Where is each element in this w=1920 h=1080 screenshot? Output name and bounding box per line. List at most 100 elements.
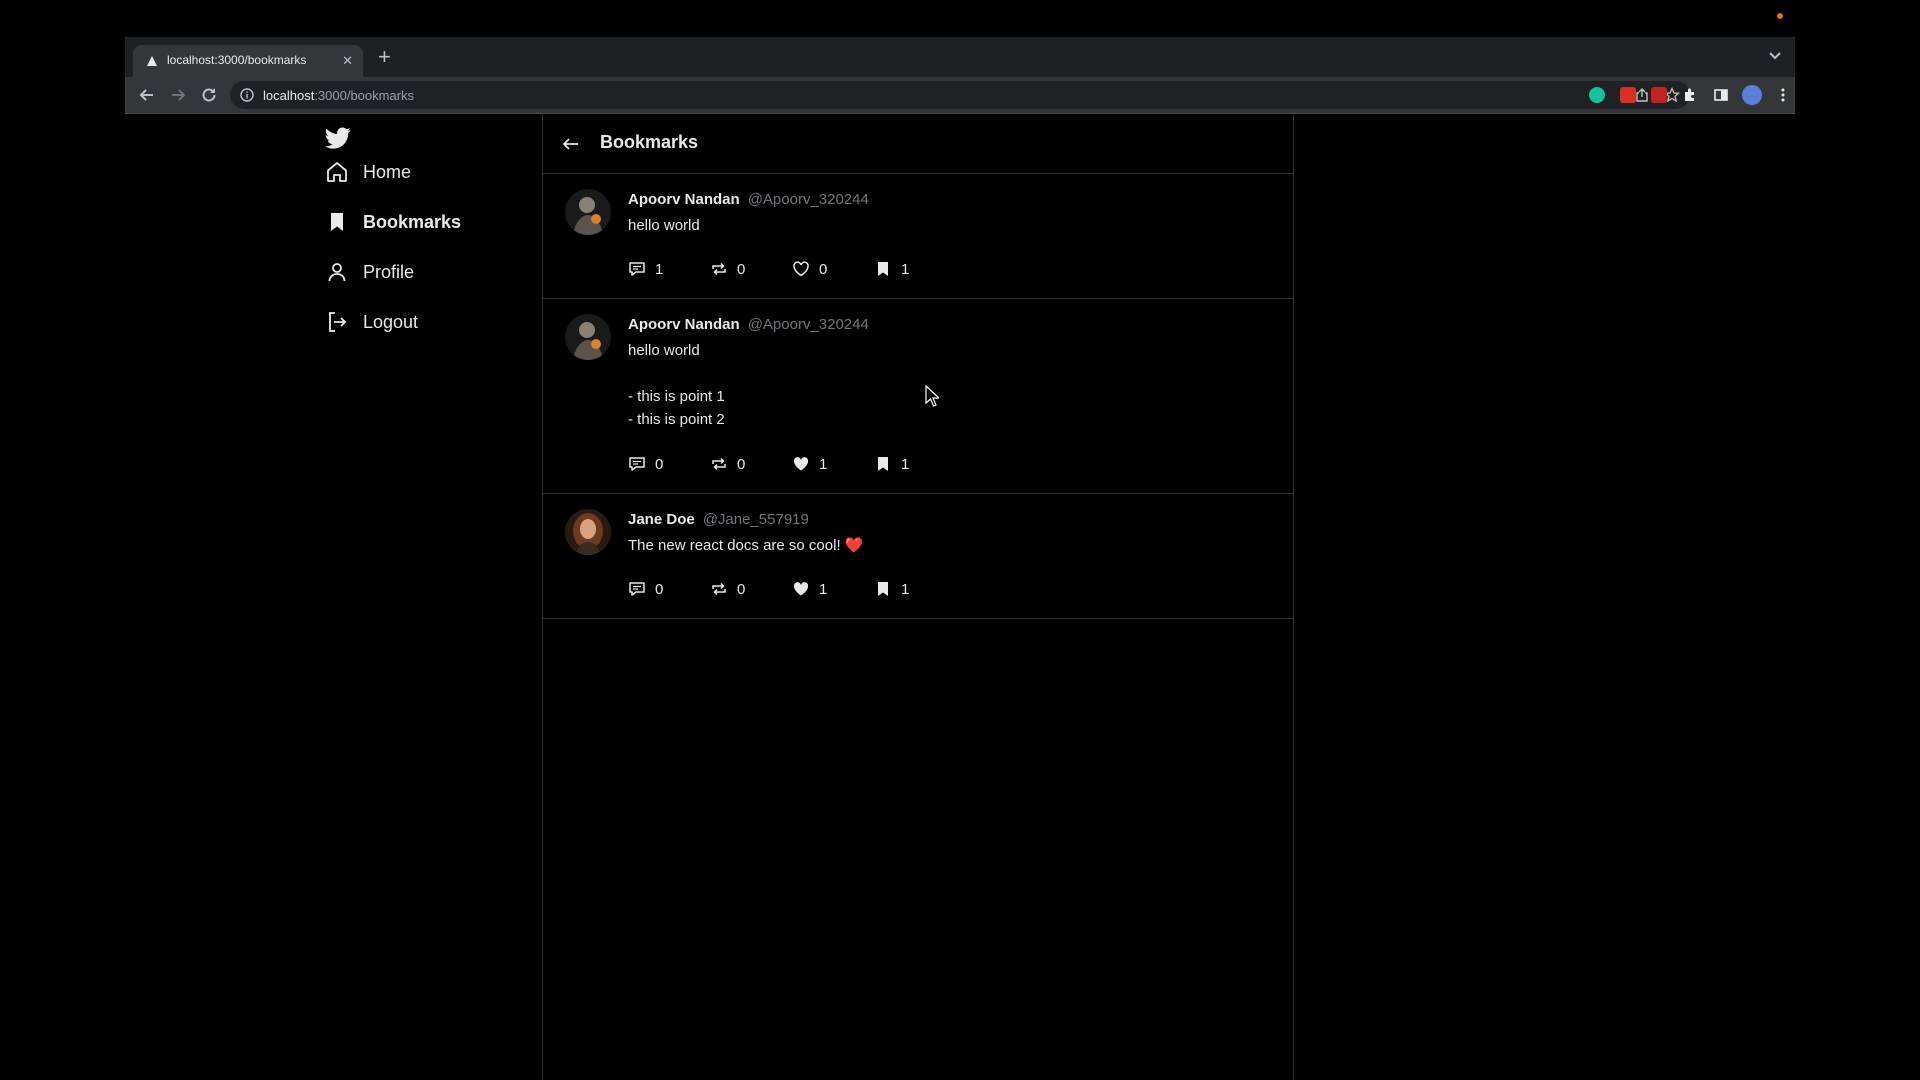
bookmark-filled-icon xyxy=(878,262,888,276)
browser-tab[interactable]: localhost:3000/bookmarks ✕ xyxy=(133,45,363,77)
heart-outline-icon xyxy=(793,261,809,277)
author-handle[interactable]: @Apoorv_320244 xyxy=(748,316,869,333)
retweet-count: 0 xyxy=(737,580,746,598)
comment-icon xyxy=(629,262,645,276)
sidebar-item-home[interactable]: Home xyxy=(325,157,411,187)
side-panel-icon[interactable] xyxy=(1713,87,1729,103)
like-count: 1 xyxy=(819,455,828,473)
bookmark-count: 1 xyxy=(901,580,910,598)
tab-close-button[interactable]: ✕ xyxy=(342,52,353,70)
retweet-count: 0 xyxy=(737,260,746,278)
sidebar-item-logout[interactable]: Logout xyxy=(325,307,418,337)
retweet-count: 0 xyxy=(737,455,746,473)
author-name[interactable]: Apoorv Nandan xyxy=(628,316,740,333)
retweet-button[interactable]: 0 xyxy=(710,259,745,279)
post-text: hello world - this is point 1 - this is … xyxy=(628,339,725,431)
bookmark-count: 1 xyxy=(901,260,910,278)
forward-icon[interactable] xyxy=(168,85,188,105)
post-item[interactable]: Jane Doe @Jane_557919 The new react docs … xyxy=(543,494,1293,619)
like-count: 0 xyxy=(819,260,828,278)
back-arrow-icon[interactable] xyxy=(561,134,581,154)
post-line: hello world xyxy=(628,217,700,234)
sidebar-item-profile[interactable]: Profile xyxy=(325,257,414,287)
sidebar-item-bookmarks[interactable]: Bookmarks xyxy=(325,207,461,237)
extension-icon[interactable] xyxy=(1620,87,1636,103)
author-name[interactable]: Jane Doe xyxy=(628,511,695,528)
grammarly-extension-icon[interactable] xyxy=(1589,87,1605,103)
comment-icon xyxy=(629,582,645,596)
like-count: 1 xyxy=(819,580,828,598)
new-tab-button[interactable]: + xyxy=(378,46,391,68)
like-button[interactable]: 1 xyxy=(792,579,827,599)
avatar[interactable] xyxy=(565,189,611,235)
post-item[interactable]: Apoorv Nandan @Apoorv_320244 hello world … xyxy=(543,299,1293,494)
reply-button[interactable]: 0 xyxy=(628,579,663,599)
browser-window: localhost:3000/bookmarks ✕ + localhost:3… xyxy=(125,37,1795,1080)
post-line: hello world xyxy=(628,342,700,359)
bookmarks-feed: Bookmarks Apoorv Nandan @Apoorv_320244 he… xyxy=(542,114,1294,1080)
post-line: - this is point 2 xyxy=(628,411,725,428)
comment-icon xyxy=(629,457,645,471)
page-title: Bookmarks xyxy=(600,132,699,152)
retweet-icon xyxy=(712,457,726,471)
profile-avatar[interactable] xyxy=(1742,85,1762,105)
post-line: The new react docs are so cool! ❤️ xyxy=(628,537,864,554)
post-header: Jane Doe @Jane_557919 xyxy=(628,511,809,528)
post-line xyxy=(628,362,725,385)
share-icon[interactable] xyxy=(1634,87,1650,103)
page-content: Home Bookmarks Profile Logout Bookmarks xyxy=(125,114,1795,1080)
reply-count: 1 xyxy=(655,260,664,278)
reply-button[interactable]: 0 xyxy=(628,454,663,474)
retweet-icon xyxy=(712,262,726,276)
retweet-button[interactable]: 0 xyxy=(710,454,745,474)
sidebar-item-label: Home xyxy=(363,161,412,182)
retweet-icon xyxy=(712,582,726,596)
extensions-puzzle-icon[interactable] xyxy=(1682,87,1698,103)
user-icon xyxy=(328,263,346,282)
like-button[interactable]: 0 xyxy=(792,259,827,279)
bookmark-count: 1 xyxy=(901,455,910,473)
tab-title: localhost:3000/bookmarks xyxy=(167,53,307,67)
home-icon xyxy=(327,162,347,182)
tab-search-icon[interactable] xyxy=(1767,47,1783,63)
post-header: Apoorv Nandan @Apoorv_320244 xyxy=(628,191,869,208)
post-line: - this is point 1 xyxy=(628,388,725,405)
mouse-cursor-icon xyxy=(925,385,939,407)
url-text: localhost:3000/bookmarks xyxy=(263,88,415,103)
address-bar[interactable]: localhost:3000/bookmarks xyxy=(230,81,1690,109)
sidebar-item-label: Profile xyxy=(363,261,415,282)
feed-header: Bookmarks xyxy=(543,114,1293,174)
browser-toolbar: localhost:3000/bookmarks xyxy=(125,77,1795,114)
post-header: Apoorv Nandan @Apoorv_320244 xyxy=(628,316,869,333)
site-info-icon[interactable] xyxy=(240,88,254,102)
reload-icon[interactable] xyxy=(199,85,219,105)
reply-count: 0 xyxy=(655,580,664,598)
bookmark-button[interactable]: 1 xyxy=(874,454,909,474)
post-item[interactable]: Apoorv Nandan @Apoorv_320244 hello world … xyxy=(543,174,1293,299)
bookmark-button[interactable]: 1 xyxy=(874,579,909,599)
extension-icon[interactable] xyxy=(1651,87,1667,103)
back-icon[interactable] xyxy=(137,85,157,105)
tab-strip: localhost:3000/bookmarks ✕ + xyxy=(125,37,1795,77)
favicon-icon xyxy=(147,56,157,66)
avatar[interactable] xyxy=(565,314,611,360)
bookmark-filled-icon xyxy=(878,582,888,596)
avatar[interactable] xyxy=(565,509,611,555)
twitter-logo-icon[interactable] xyxy=(325,125,351,151)
post-text: hello world xyxy=(628,214,700,237)
retweet-button[interactable]: 0 xyxy=(710,579,745,599)
reply-button[interactable]: 1 xyxy=(628,259,663,279)
post-text: The new react docs are so cool! ❤️ xyxy=(628,534,863,557)
heart-filled-icon xyxy=(793,582,809,596)
bookmark-button[interactable]: 1 xyxy=(874,259,909,279)
author-handle[interactable]: @Apoorv_320244 xyxy=(748,191,869,208)
logout-icon xyxy=(329,312,347,332)
sidebar-item-label: Logout xyxy=(363,311,419,332)
like-button[interactable]: 1 xyxy=(792,454,827,474)
author-name[interactable]: Apoorv Nandan xyxy=(628,191,740,208)
heart-filled-icon xyxy=(793,457,809,471)
menu-kebab-icon[interactable] xyxy=(1775,87,1791,103)
author-handle[interactable]: @Jane_557919 xyxy=(703,511,809,528)
bookmark-filled-icon xyxy=(878,457,888,471)
recording-indicator xyxy=(1777,13,1783,19)
